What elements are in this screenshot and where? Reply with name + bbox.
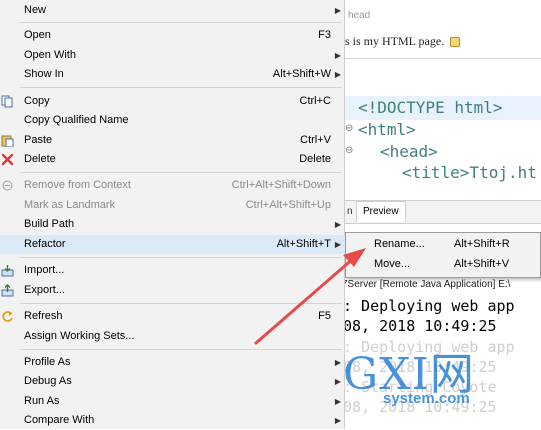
menu-item-label: Import... (24, 264, 65, 276)
menu-item-label: Build Path (24, 218, 75, 230)
menu-item-export[interactable]: Export... (0, 281, 345, 300)
submenu-arrow-icon: ▶ (334, 377, 341, 386)
submenu-arrow-icon: ▶ (334, 240, 341, 249)
menu-item-copy[interactable]: Copy Ctrl+C (0, 92, 345, 111)
menu-item-label: Open With (24, 49, 76, 61)
menu-item-label: Export... (24, 284, 65, 296)
submenu-arrow-icon: ▶ (334, 51, 341, 60)
menu-item-open[interactable]: Open F3 (0, 26, 345, 45)
menu-item-shortcut: Ctrl+Alt+Shift+Down (231, 179, 331, 191)
menu-item-paste[interactable]: Paste Ctrl+V (0, 131, 345, 150)
menu-item-profile-as[interactable]: Profile As ▶ (0, 353, 345, 372)
submenu-item-shortcut: Alt+Shift+V (454, 258, 510, 270)
menu-item-shortcut: Alt+Shift+W (272, 68, 331, 80)
menu-item-build-path[interactable]: Build Path ▶ (0, 215, 345, 234)
menu-item-open-with[interactable]: Open With ▶ (0, 46, 345, 65)
menu-item-shortcut: Ctrl+V (300, 134, 331, 146)
menu-item-import[interactable]: Import... (0, 261, 345, 280)
menu-separator (20, 349, 342, 350)
menu-item-label: Remove from Context (24, 179, 131, 191)
menu-item-shortcut: F5 (318, 310, 331, 322)
menu-item-assign-working-sets[interactable]: Assign Working Sets... (0, 327, 345, 346)
submenu-item-rename[interactable]: Rename... Alt+Shift+R (346, 235, 540, 254)
menu-item-refresh[interactable]: Refresh F5 (0, 307, 345, 326)
menu-item-label: Open (24, 29, 51, 41)
menu-item-shortcut: Ctrl+Alt+Shift+Up (245, 199, 331, 211)
console-line: 08, 2018 10:49:25 (343, 358, 497, 376)
menu-item-label: Copy (24, 95, 50, 107)
html-preview-text: s is my HTML page. (345, 34, 461, 49)
menu-item-label: Debug As (24, 375, 72, 387)
menu-item-copy-qualified-name[interactable]: Copy Qualified Name (0, 111, 345, 130)
menu-item-label: Paste (24, 134, 53, 146)
menu-item-label: Copy Qualified Name (24, 114, 129, 126)
submenu-arrow-icon: ▶ (334, 416, 341, 425)
menu-separator (20, 257, 342, 258)
delete-icon (1, 153, 14, 166)
menu-item-delete[interactable]: Delete Delete (0, 150, 345, 169)
menu-item-shortcut: Ctrl+C (299, 95, 331, 107)
copy-icon (1, 95, 13, 108)
menu-item-run-as[interactable]: Run As ▶ (0, 392, 345, 411)
paste-icon (1, 135, 14, 147)
code-line[interactable]: <html> (358, 120, 416, 139)
code-line[interactable]: <head> (380, 142, 438, 161)
menu-item-label: Refresh (24, 310, 63, 322)
menu-item-compare-with[interactable]: Compare With ▶ (0, 411, 345, 430)
menu-item-label: Mark as Landmark (24, 199, 116, 211)
menu-item-shortcut: F3 (318, 29, 331, 41)
fold-marker-icon: ⊖ (345, 145, 354, 156)
menu-item-label: Show In (24, 68, 64, 80)
menu-item-label: Profile As (24, 356, 71, 368)
submenu-arrow-icon: ▶ (334, 6, 341, 15)
divider (340, 58, 541, 59)
menu-separator (20, 303, 342, 304)
menu-item-label: New (24, 4, 47, 16)
menu-item-shortcut: Alt+Shift+T (276, 238, 331, 250)
menu-item-label: Run As (24, 395, 60, 407)
submenu-item-shortcut: Alt+Shift+R (454, 238, 510, 250)
fold-marker-icon: ⊖ (345, 123, 354, 134)
menu-item-label: Assign Working Sets... (24, 330, 135, 342)
html-file-icon (450, 37, 461, 48)
console-line: 08, 2018 10:49:25 (343, 398, 497, 416)
menu-item-remove-from-context[interactable]: Remove from Context Ctrl+Alt+Shift+Down (0, 176, 345, 195)
tab-source[interactable]: n (347, 206, 353, 217)
console-line: : Deploying web app (343, 297, 515, 315)
html-preview-text-content: s is my HTML page. (345, 34, 445, 48)
menu-item-refactor[interactable]: Refactor Alt+Shift+T ▶ (0, 235, 345, 254)
menu-item-shortcut: Delete (299, 153, 331, 165)
submenu-item-label: Rename... (374, 238, 425, 250)
menu-item-label: Refactor (24, 238, 66, 250)
head-label: head (348, 10, 371, 21)
code-line[interactable]: <title>Ttoj.ht (402, 163, 537, 182)
menu-item-new[interactable]: New ▶ (0, 1, 345, 20)
submenu-item-move[interactable]: Move... Alt+Shift+V (346, 255, 540, 274)
submenu-arrow-icon: ▶ (334, 220, 341, 229)
context-menu: New ▶ Open F3 Open With ▶ Show In Alt+Sh… (0, 0, 345, 429)
submenu-arrow-icon: ▶ (334, 397, 341, 406)
menu-item-debug-as[interactable]: Debug As ▶ (0, 372, 345, 391)
menu-item-show-in[interactable]: Show In Alt+Shift+W ▶ (0, 65, 345, 84)
remove-context-icon (2, 180, 13, 191)
console-line: : Deploying web app (343, 338, 515, 356)
export-icon (1, 284, 14, 297)
console-line: 08, 2018 10:49:25 (343, 317, 497, 335)
submenu-arrow-icon: ▶ (334, 70, 341, 79)
menu-item-label: Compare With (24, 414, 95, 426)
console-line: : Starting Coyote (343, 378, 497, 396)
menu-item-mark-as-landmark[interactable]: Mark as Landmark Ctrl+Alt+Shift+Up (0, 196, 345, 215)
submenu-arrow-icon: ▶ (334, 358, 341, 367)
menu-item-label: Delete (24, 153, 56, 165)
tab-preview[interactable]: Preview (356, 201, 406, 222)
submenu-item-label: Move... (374, 258, 411, 270)
console-title: 7Server [Remote Java Application] E:\ (342, 279, 511, 290)
menu-separator (20, 87, 342, 88)
menu-separator (20, 172, 342, 173)
menu-separator (20, 22, 342, 23)
refresh-icon (2, 311, 13, 322)
code-line[interactable]: <!DOCTYPE html> (358, 98, 503, 117)
refactor-submenu: Rename... Alt+Shift+R Move... Alt+Shift+… (345, 232, 541, 278)
import-icon (1, 265, 14, 277)
